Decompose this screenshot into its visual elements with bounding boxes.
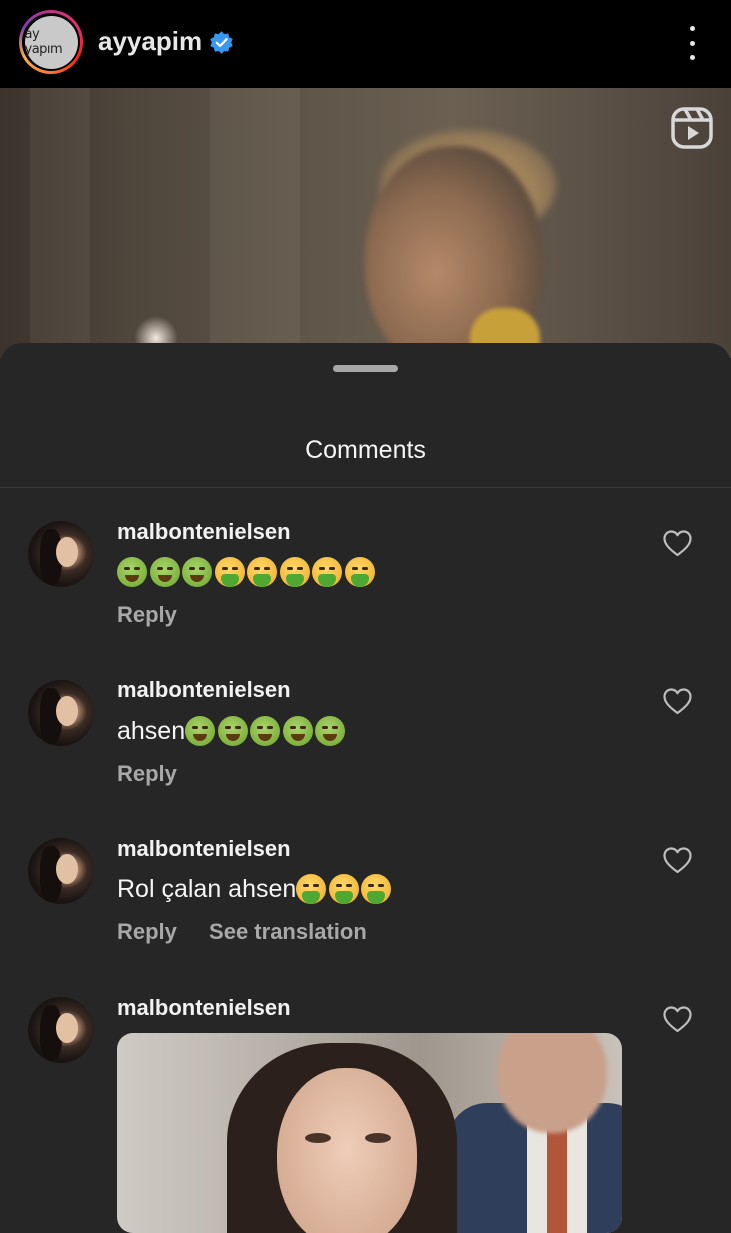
- heart-icon[interactable]: [663, 847, 692, 874]
- more-vertical-icon[interactable]: [680, 26, 704, 60]
- comment-text-value: Rol çalan ahsen: [117, 874, 297, 903]
- comment-username[interactable]: malbontenielsen: [117, 995, 291, 1021]
- ay-yapim-logo: ay yapım: [24, 15, 78, 69]
- comment-text: ahsen: [117, 716, 348, 747]
- vomiting-face-emoji: [247, 557, 277, 588]
- reply-button[interactable]: Reply: [117, 761, 177, 786]
- profile-avatar[interactable]: ay yapım: [19, 10, 83, 74]
- reply-button[interactable]: Reply: [117, 602, 177, 627]
- profile-username[interactable]: ayyapim: [98, 26, 202, 57]
- comment-actions: Reply See translation: [117, 919, 393, 945]
- comment-username[interactable]: malbontenielsen: [117, 677, 291, 703]
- nauseated-face-emoji: [117, 557, 147, 588]
- comments-sheet: Comments malbontenielsen Reply malbonten…: [0, 343, 731, 1233]
- reply-button[interactable]: Reply: [117, 919, 177, 944]
- divider: [0, 487, 731, 488]
- verified-badge-icon: [210, 31, 233, 54]
- heart-icon[interactable]: [663, 530, 692, 557]
- heart-icon[interactable]: [663, 1006, 692, 1033]
- comment-gif-image[interactable]: [117, 1033, 622, 1233]
- nauseated-face-emoji: [250, 716, 281, 747]
- comment-text: Rol çalan ahsen: [117, 874, 394, 905]
- vomiting-face-emoji: [344, 557, 375, 588]
- comment-actions: Reply: [117, 602, 203, 628]
- vomiting-face-emoji: [328, 874, 359, 905]
- nauseated-face-emoji: [182, 557, 212, 588]
- sheet-title: Comments: [305, 436, 426, 464]
- reel-video[interactable]: [0, 88, 731, 358]
- nauseated-face-emoji: [217, 716, 248, 747]
- nauseated-face-emoji: [149, 557, 180, 588]
- vomiting-face-emoji: [214, 557, 245, 588]
- nauseated-face-emoji: [185, 716, 216, 747]
- nauseated-face-emoji: [282, 716, 313, 747]
- vomiting-face-emoji: [312, 557, 342, 588]
- vomiting-face-emoji: [296, 874, 327, 905]
- post-header: ay yapım ayyapim: [0, 0, 731, 88]
- drag-handle[interactable]: [333, 365, 398, 372]
- comment-text-value: ahsen: [117, 716, 186, 745]
- comment-username[interactable]: malbontenielsen: [117, 836, 291, 862]
- avatar[interactable]: [28, 680, 94, 746]
- vomiting-face-emoji: [361, 874, 392, 905]
- reels-icon: [671, 107, 713, 149]
- avatar[interactable]: [28, 838, 94, 904]
- comment-text: [117, 557, 377, 588]
- comment-username[interactable]: malbontenielsen: [117, 519, 291, 545]
- vomiting-face-emoji: [279, 557, 310, 588]
- avatar[interactable]: [28, 521, 94, 587]
- avatar[interactable]: [28, 997, 94, 1063]
- see-translation-button[interactable]: See translation: [209, 919, 367, 944]
- nauseated-face-emoji: [315, 716, 346, 747]
- comment-actions: Reply: [117, 761, 203, 787]
- heart-icon[interactable]: [663, 688, 692, 715]
